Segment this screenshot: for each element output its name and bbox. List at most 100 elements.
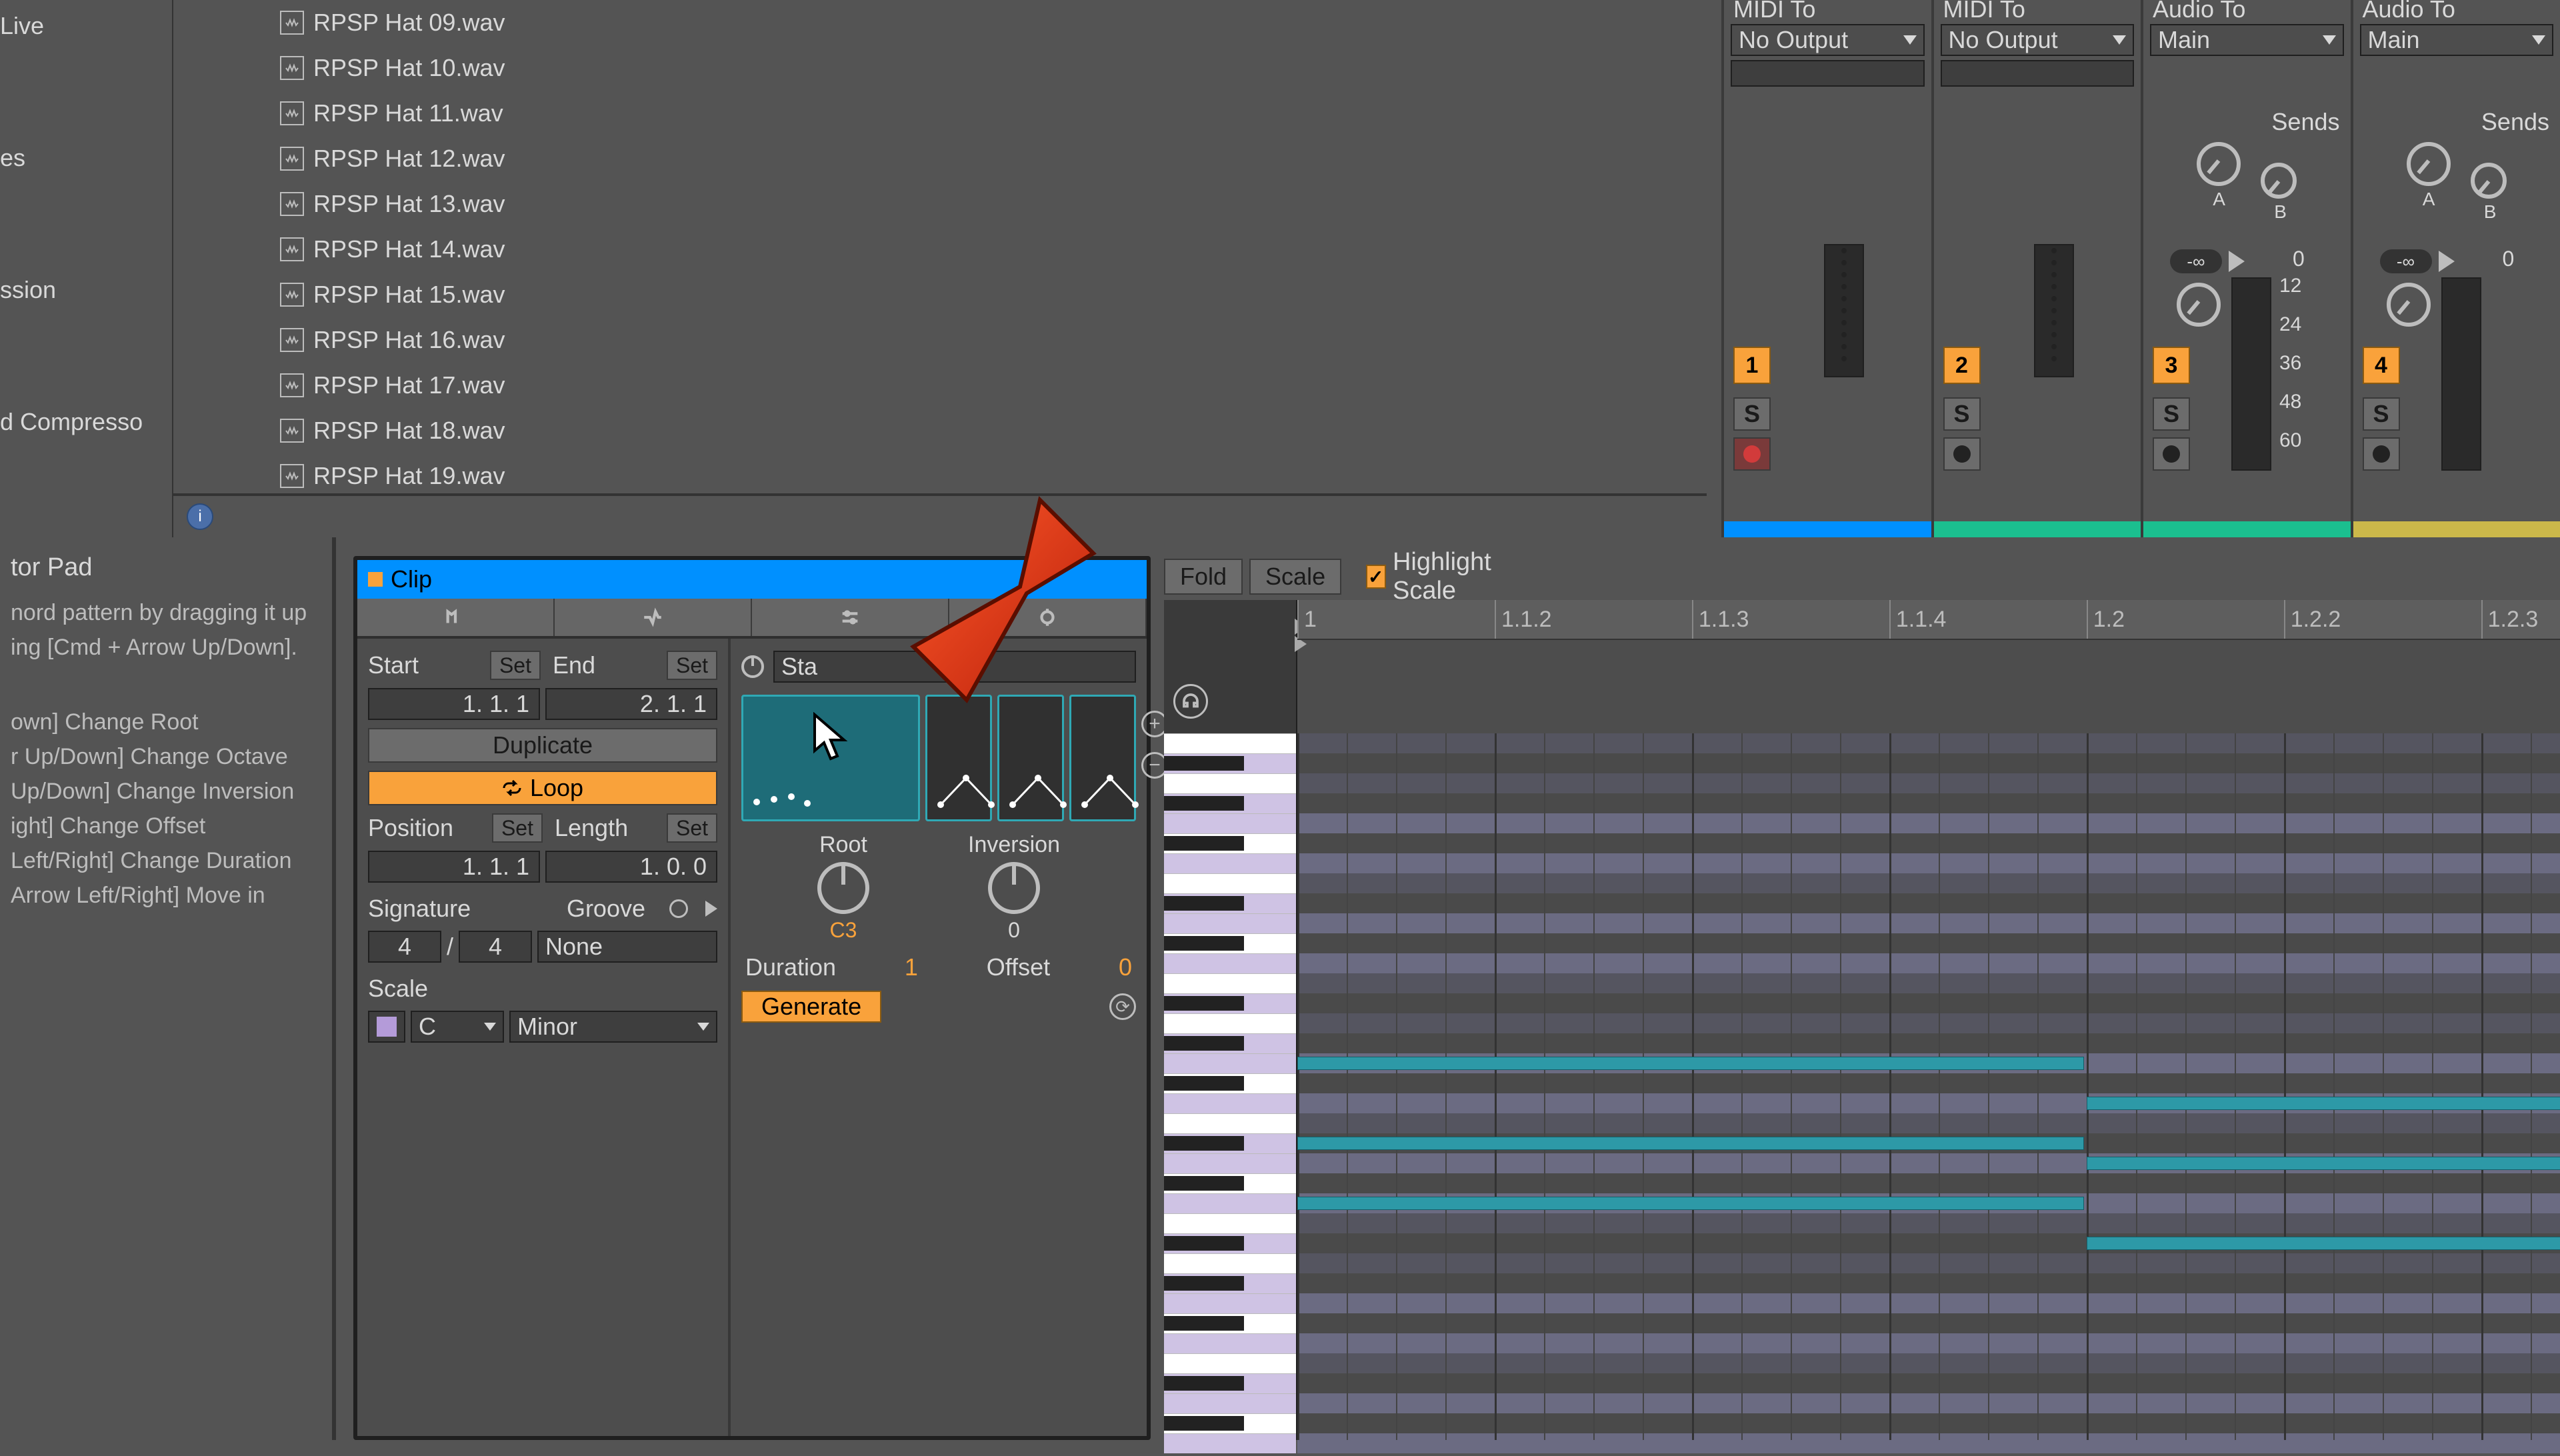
track-activator-button[interactable]: 2 <box>1943 347 1981 384</box>
duplicate-button[interactable]: Duplicate <box>368 728 717 763</box>
piano-roll-keys[interactable]: C4C3C2 <box>1164 600 1297 1440</box>
ruler-tick[interactable]: 1.2 <box>2087 600 2125 639</box>
midi-note[interactable] <box>1297 1057 2084 1070</box>
midi-note[interactable] <box>2087 1097 2560 1110</box>
info-icon[interactable]: i <box>187 503 213 530</box>
file-row[interactable]: RPSP Hat 14.wav <box>173 227 1707 272</box>
midi-note[interactable] <box>1297 1197 2084 1210</box>
clip-header[interactable]: Clip <box>357 560 1147 599</box>
peak-level[interactable]: -∞ <box>2380 249 2432 273</box>
highlight-scale-checkbox[interactable]: ✓ <box>1366 565 1386 589</box>
piano-roll-grid[interactable]: 1 1.1.2 1.1.3 1.1.4 1.2 1.2.2 1.2.3 <box>1297 600 2560 1440</box>
record-arm-button[interactable] <box>2153 437 2190 471</box>
start-set-button[interactable]: Set <box>490 651 541 680</box>
clip-tab-envelope[interactable] <box>555 599 752 636</box>
track-activator-button[interactable]: 1 <box>1733 347 1771 384</box>
scale-toggle[interactable] <box>368 1011 405 1043</box>
file-row[interactable]: RPSP Hat 18.wav <box>173 408 1707 453</box>
clip-tab-notes[interactable] <box>357 599 555 636</box>
headphone-icon[interactable] <box>1173 684 1208 719</box>
sig-denominator[interactable]: 4 <box>459 931 532 963</box>
file-row[interactable]: RPSP Hat 11.wav <box>173 91 1707 136</box>
sig-numerator[interactable]: 4 <box>368 931 441 963</box>
io-value-box[interactable] <box>1941 60 2135 87</box>
pattern-cell-1[interactable] <box>741 695 920 821</box>
file-row[interactable]: RPSP Hat 19.wav <box>173 453 1707 499</box>
file-row[interactable]: RPSP Hat 17.wav <box>173 363 1707 408</box>
category-item[interactable]: d Compresso <box>0 396 172 448</box>
pan-knob[interactable] <box>2177 283 2221 327</box>
midi-note[interactable] <box>2087 1157 2560 1170</box>
root-knob[interactable] <box>817 862 869 914</box>
category-item[interactable]: es <box>0 132 172 184</box>
ruler-tick[interactable]: 1.1.4 <box>1889 600 1947 639</box>
regenerate-icon[interactable]: ⟳ <box>1109 993 1136 1020</box>
offset-value[interactable]: 0 <box>1119 953 1132 981</box>
mixer-track-2[interactable]: MIDI To No Output2 S <box>1931 0 2141 537</box>
category-item[interactable]: Live <box>0 0 172 52</box>
ruler-tick[interactable]: 1.1.2 <box>1495 600 1552 639</box>
ruler-tick[interactable]: 1 <box>1297 600 1317 639</box>
peak-level[interactable]: -∞ <box>2170 249 2222 273</box>
record-arm-button[interactable] <box>2363 437 2400 471</box>
solo-button[interactable]: S <box>2153 397 2190 431</box>
fold-button[interactable]: Fold <box>1164 559 1243 595</box>
file-row[interactable]: RPSP Hat 16.wav <box>173 317 1707 363</box>
solo-button[interactable]: S <box>2363 397 2400 431</box>
piano-roll[interactable]: C4C3C2 1 1.1.2 1.1.3 1.1.4 1.2 1.2.2 1.2.3 <box>1164 600 2560 1440</box>
fader-handle-icon[interactable] <box>2439 251 2455 272</box>
generate-button[interactable]: Generate <box>741 991 881 1023</box>
pan-knob[interactable] <box>2387 283 2431 327</box>
record-arm-button[interactable] <box>1733 437 1771 471</box>
file-row[interactable]: RPSP Hat 13.wav <box>173 181 1707 227</box>
file-row[interactable]: RPSP Hat 15.wav <box>173 272 1707 317</box>
scale-root-select[interactable]: C <box>411 1011 504 1043</box>
fader-handle-icon[interactable] <box>2229 251 2245 272</box>
midi-note[interactable] <box>2087 1237 2560 1250</box>
scale-button[interactable]: Scale <box>1249 559 1341 595</box>
io-value-box[interactable] <box>1731 60 1925 87</box>
send-a-knob[interactable] <box>2197 142 2241 186</box>
clip-stop-icon[interactable] <box>368 572 383 587</box>
file-row[interactable]: RPSP Hat 10.wav <box>173 45 1707 91</box>
track-activator-button[interactable]: 4 <box>2363 347 2400 384</box>
length-set-button[interactable]: Set <box>667 813 717 843</box>
file-browser[interactable]: RPSP Hat 09.wavRPSP Hat 10.wavRPSP Hat 1… <box>173 0 1707 496</box>
mixer-track-3[interactable]: Audio To Main A B Sends -∞ 0 12243648603… <box>2141 0 2351 537</box>
send-b-knob[interactable] <box>2471 163 2507 199</box>
track-activator-button[interactable]: 3 <box>2153 347 2190 384</box>
groove-select[interactable]: None <box>537 931 717 963</box>
mixer-track-1[interactable]: MIDI To No Output1 S <box>1721 0 1931 537</box>
ruler-tick[interactable]: 1.2.2 <box>2284 600 2341 639</box>
end-value[interactable]: 2. 1. 1 <box>545 688 717 720</box>
io-routing-select[interactable]: Main <box>2360 24 2554 56</box>
length-value[interactable]: 1. 0. 0 <box>545 851 717 883</box>
send-b-knob[interactable] <box>2261 163 2297 199</box>
groove-commit-icon[interactable] <box>705 901 717 917</box>
loop-button[interactable]: Loop <box>368 771 717 805</box>
category-item[interactable]: ssion <box>0 264 172 316</box>
ruler-tick[interactable]: 1.1.3 <box>1692 600 1749 639</box>
generator-preset-select[interactable]: Sta <box>773 651 1136 683</box>
pattern-cell-3[interactable] <box>997 695 1064 821</box>
generator-power-icon[interactable] <box>741 655 764 678</box>
io-routing-select[interactable]: No Output <box>1941 24 2135 56</box>
pattern-cell-2[interactable] <box>925 695 992 821</box>
timeline-ruler[interactable]: 1 1.1.2 1.1.3 1.1.4 1.2 1.2.2 1.2.3 <box>1297 600 2560 640</box>
browser-categories[interactable]: Live es ssion d Compresso <box>0 0 173 537</box>
ruler-tick[interactable]: 1.2.3 <box>2481 600 2539 639</box>
note-area[interactable] <box>1297 733 2560 1440</box>
send-a-knob[interactable] <box>2407 142 2451 186</box>
mixer-track-4[interactable]: Audio To Main A B Sends -∞ 0 4 S <box>2351 0 2560 537</box>
position-set-button[interactable]: Set <box>492 813 543 843</box>
io-routing-select[interactable]: Main <box>2150 24 2344 56</box>
clip-tab-tools[interactable] <box>752 599 949 636</box>
file-row[interactable]: RPSP Hat 12.wav <box>173 136 1707 181</box>
inversion-knob[interactable] <box>988 862 1040 914</box>
solo-button[interactable]: S <box>1733 397 1771 431</box>
position-value[interactable]: 1. 1. 1 <box>368 851 540 883</box>
io-routing-select[interactable]: No Output <box>1731 24 1925 56</box>
pattern-cell-4[interactable] <box>1069 695 1136 821</box>
solo-button[interactable]: S <box>1943 397 1981 431</box>
file-row[interactable]: RPSP Hat 09.wav <box>173 0 1707 45</box>
